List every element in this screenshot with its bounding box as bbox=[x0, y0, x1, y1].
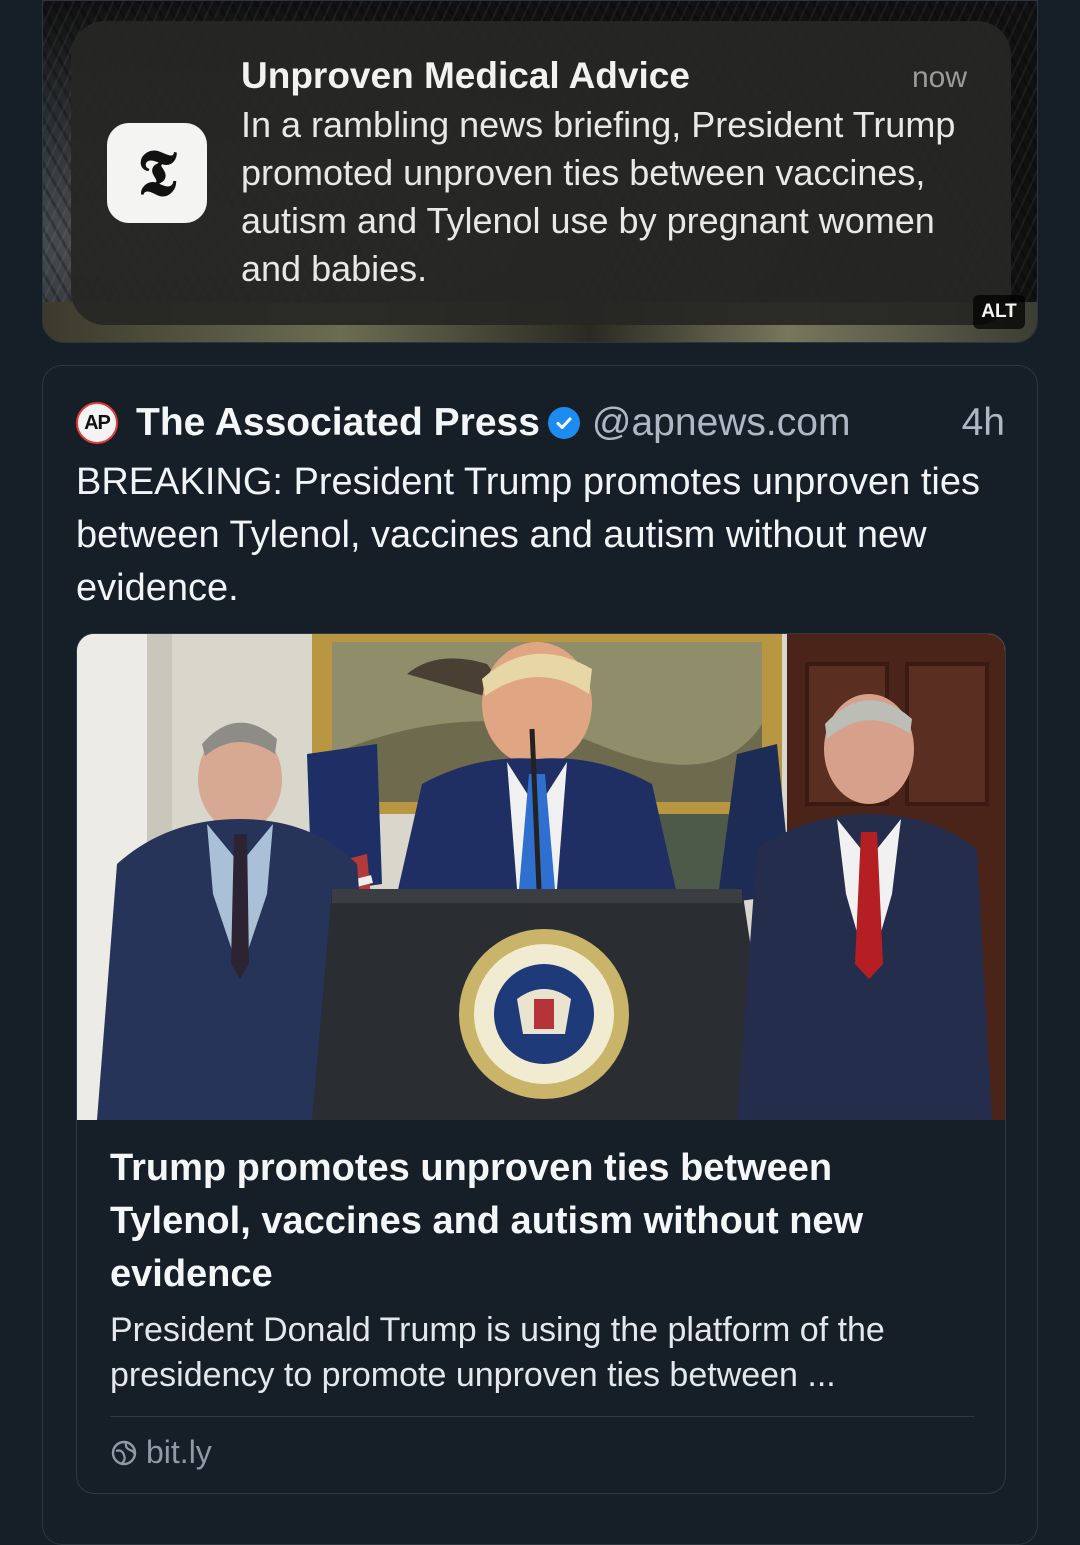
link-title[interactable]: Trump promotes unproven ties between Tyl… bbox=[110, 1142, 970, 1301]
post-header: AP The Associated Press @apnews.com 4h bbox=[76, 398, 1005, 448]
post-text: BREAKING: President Trump promotes unpro… bbox=[76, 461, 980, 609]
globe-icon bbox=[111, 1440, 137, 1465]
quoted-post[interactable]: AP The Associated Press @apnews.com 4h B… bbox=[42, 365, 1038, 1545]
notification-time: now bbox=[911, 61, 967, 94]
notification-body: In a rambling news briefing, President T… bbox=[241, 104, 956, 289]
press-briefing-photo bbox=[77, 634, 1005, 1120]
notification-title: Unproven Medical Advice bbox=[241, 55, 690, 96]
link-preview-card[interactable]: Trump promotes unproven ties between Tyl… bbox=[76, 633, 1006, 1494]
link-description: President Donald Trump is using the plat… bbox=[110, 1311, 885, 1394]
author-name[interactable]: The Associated Press bbox=[136, 401, 540, 445]
notification-card: 𝕿 Unproven Medical Advice now In a rambl… bbox=[71, 21, 1011, 325]
notification-screenshot-image[interactable]: 𝕿 Unproven Medical Advice now In a rambl… bbox=[42, 0, 1038, 343]
author-handle[interactable]: @apnews.com bbox=[592, 401, 851, 445]
divider bbox=[110, 1416, 974, 1417]
link-domain[interactable]: bit.ly bbox=[110, 1434, 212, 1471]
link-domain-text: bit.ly bbox=[146, 1434, 212, 1470]
avatar[interactable]: AP bbox=[76, 402, 118, 444]
nyt-logo-icon: 𝕿 bbox=[107, 123, 207, 223]
alt-text-badge[interactable]: ALT bbox=[973, 295, 1025, 329]
verified-check-icon bbox=[547, 407, 580, 439]
post-timestamp: 4h bbox=[961, 401, 1005, 444]
